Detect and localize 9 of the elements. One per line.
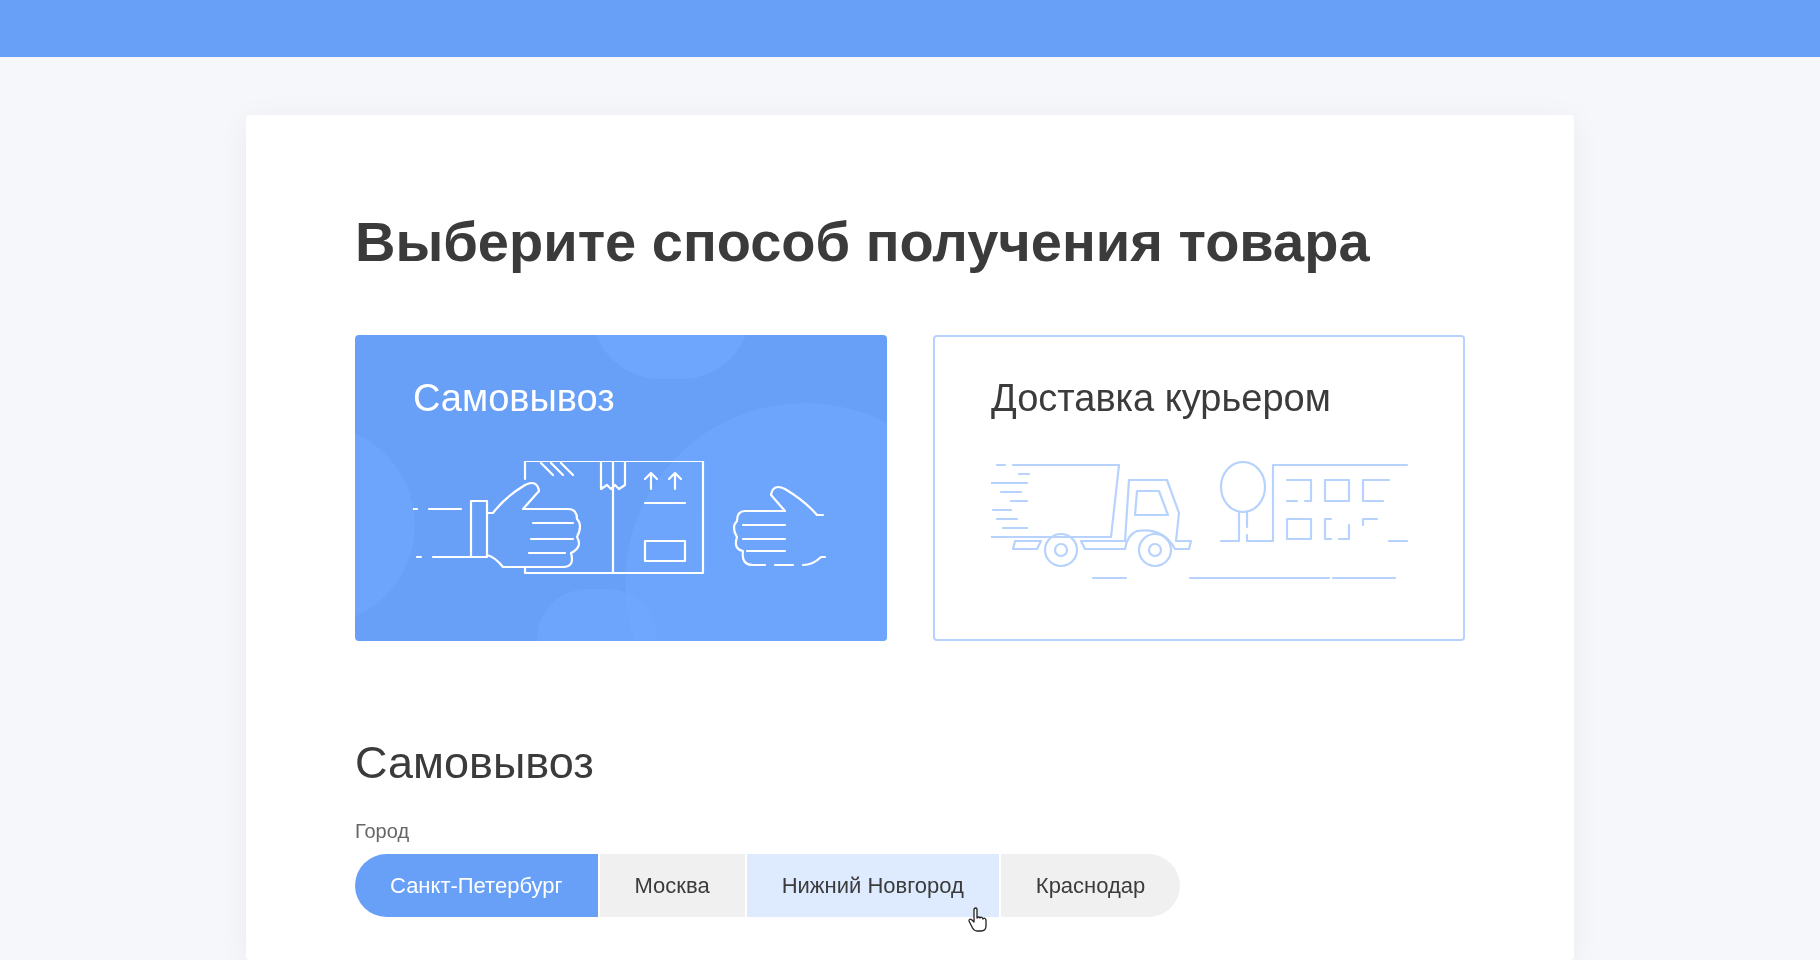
city-tab[interactable]: Москва — [599, 854, 745, 918]
option-title: Доставка курьером — [991, 376, 1332, 421]
hand-pointer-cursor-icon — [966, 907, 989, 934]
city-tab[interactable]: Краснодар — [1000, 854, 1181, 918]
delivery-option-card[interactable]: Доставка курьером — [933, 335, 1465, 641]
option-title: Самовывоз — [413, 376, 616, 421]
page-title: Выберите способ получения товара — [355, 209, 1371, 275]
city-label: Город — [355, 819, 411, 845]
section-heading: Самовывоз — [355, 736, 595, 790]
